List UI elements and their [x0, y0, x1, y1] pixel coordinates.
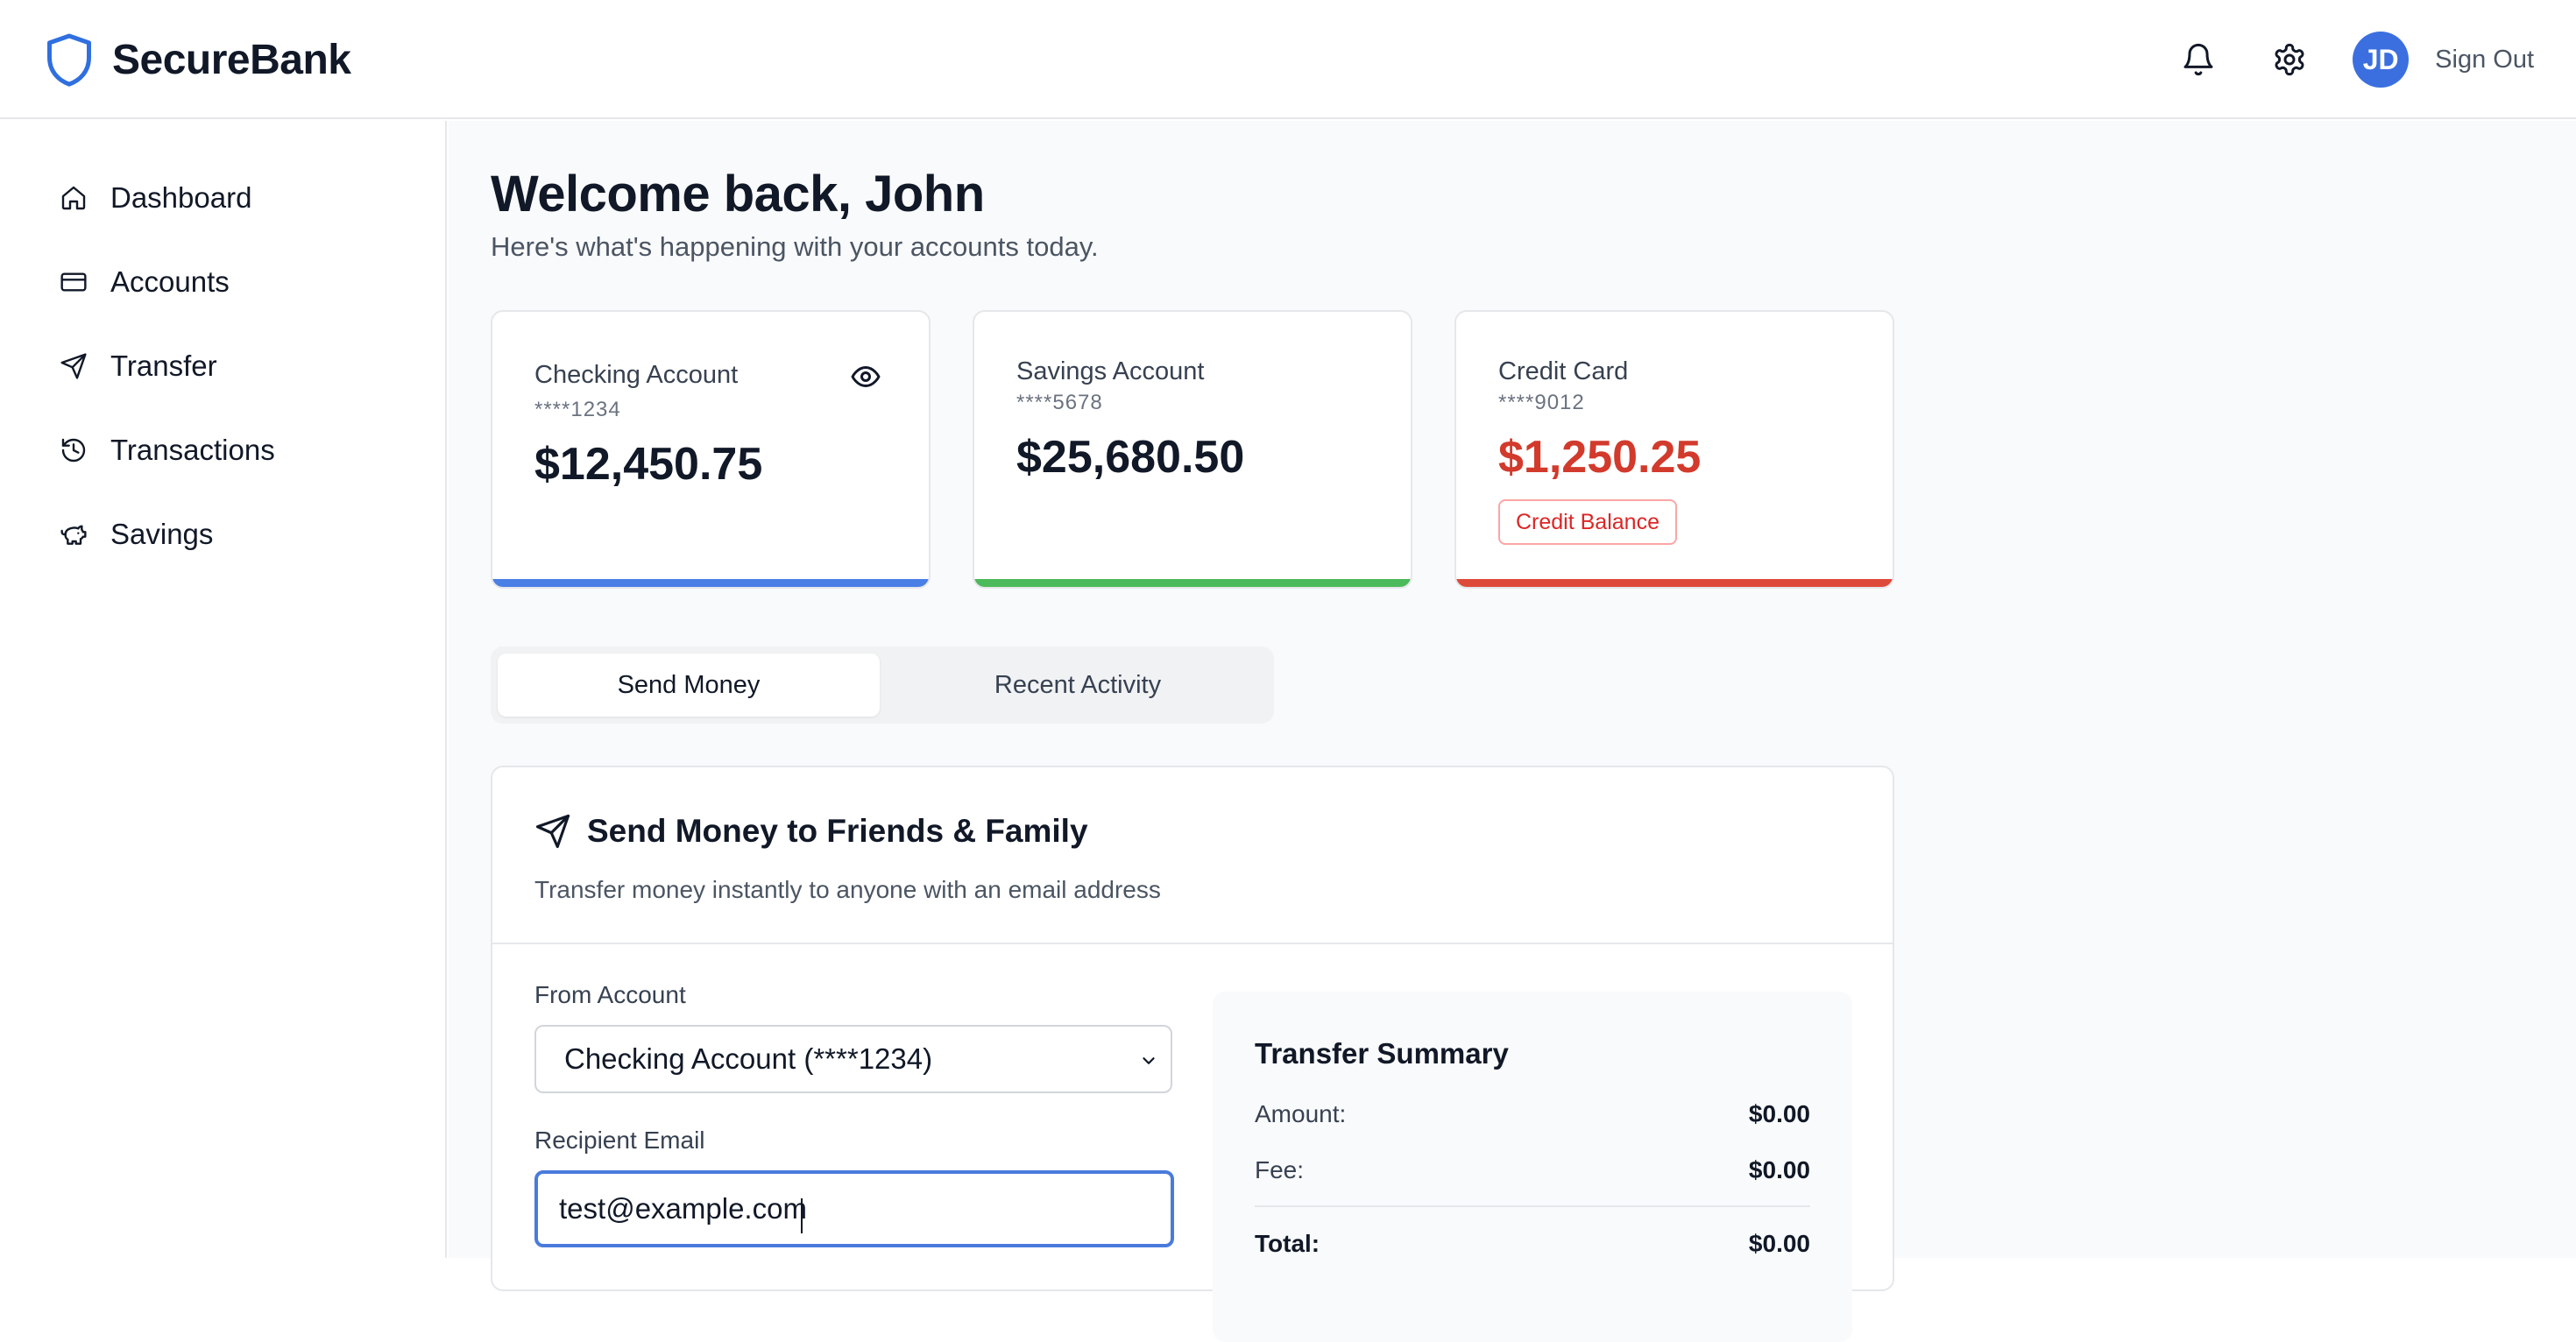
- summary-total-label: Total:: [1255, 1230, 1320, 1257]
- send-icon: [535, 814, 570, 849]
- home-icon: [61, 186, 86, 210]
- settings-button[interactable]: [2261, 32, 2318, 88]
- account-name: Checking Account: [534, 361, 739, 389]
- summary-amount-row: Amount: $0.00: [1255, 1100, 1810, 1135]
- card-accent-bar: [492, 579, 929, 587]
- header-actions: JD Sign Out: [2170, 32, 2534, 88]
- account-number: ****5678: [1016, 391, 1103, 414]
- account-balance: $1,250.25: [1498, 432, 1702, 483]
- sidebar-item-transfer[interactable]: Transfer: [60, 340, 217, 392]
- account-number: ****9012: [1498, 391, 1585, 414]
- summary-fee-value: $0.00: [1748, 1156, 1810, 1183]
- summary-total-value: $0.00: [1748, 1230, 1810, 1257]
- avatar[interactable]: JD: [2353, 32, 2410, 88]
- sidebar-item-label: Transfer: [110, 350, 217, 382]
- sidebar-item-label: Transactions: [110, 434, 275, 466]
- summary-fee-label: Fee:: [1255, 1156, 1305, 1183]
- brand-name: SecureBank: [112, 36, 351, 83]
- sidebar-item-label: Dashboard: [110, 181, 252, 214]
- page-title: Welcome back, John: [491, 166, 985, 222]
- status-badge: Credit Balance: [1498, 499, 1677, 545]
- account-number: ****1234: [534, 398, 621, 421]
- sidebar-item-label: Savings: [110, 518, 214, 550]
- shield-icon: [47, 33, 91, 87]
- summary-fee-row: Fee: $0.00: [1255, 1156, 1810, 1191]
- notifications-button[interactable]: [2170, 32, 2226, 88]
- tab-send-money[interactable]: Send Money: [498, 653, 880, 717]
- panel-header: Send Money to Friends & Family Transfer …: [492, 767, 1893, 944]
- card-accent-bar: [1456, 579, 1893, 587]
- sidebar-item-transactions[interactable]: Transactions: [60, 424, 275, 477]
- account-name: Credit Card: [1498, 357, 1629, 385]
- from-account-label: From Account: [534, 981, 686, 1008]
- piggy-bank-icon: [60, 525, 87, 545]
- history-icon: [61, 438, 86, 463]
- brand[interactable]: SecureBank: [46, 30, 351, 89]
- account-balance: $12,450.75: [534, 439, 763, 490]
- top-header: SecureBank JD Sign Out: [0, 0, 2576, 119]
- page-subtitle: Here's what's happening with your accoun…: [491, 231, 1099, 262]
- recipient-email-input[interactable]: [534, 1170, 1174, 1247]
- panel-title: Send Money to Friends & Family: [534, 813, 1088, 850]
- summary-total-row: Total: $0.00: [1255, 1230, 1810, 1265]
- gear-icon: [2275, 43, 2304, 76]
- send-money-panel: Send Money to Friends & Family Transfer …: [491, 766, 1894, 1342]
- credit-card-card[interactable]: Credit Card ****9012 $1,250.25 Credit Ba…: [1454, 310, 1894, 589]
- from-account-value: Checking Account (****1234): [564, 1042, 933, 1075]
- bell-icon: [2183, 43, 2213, 76]
- panel-description: Transfer money instantly to anyone with …: [534, 876, 1161, 903]
- summary-amount-label: Amount:: [1255, 1100, 1347, 1127]
- sidebar: Dashboard Accounts Transfer Transactions…: [0, 121, 447, 1258]
- checking-account-card[interactable]: Checking Account ****1234 $12,450.75: [491, 310, 931, 589]
- panel-title-text: Send Money to Friends & Family: [587, 813, 1088, 849]
- card-accent-bar: [974, 579, 1411, 587]
- sidebar-item-accounts[interactable]: Accounts: [60, 256, 230, 308]
- summary-amount-value: $0.00: [1748, 1100, 1810, 1127]
- from-account-select[interactable]: Checking Account (****1234): [534, 1025, 1172, 1093]
- transfer-summary: Transfer Summary Amount: $0.00 Fee: $0.0…: [1213, 992, 1852, 1342]
- sidebar-item-dashboard[interactable]: Dashboard: [60, 172, 251, 224]
- eye-icon[interactable]: [850, 361, 881, 392]
- account-balance: $25,680.50: [1016, 432, 1245, 483]
- sign-out-link[interactable]: Sign Out: [2435, 46, 2534, 74]
- send-icon: [60, 353, 87, 379]
- credit-card-icon: [60, 272, 87, 292]
- chevron-down-icon: [1143, 1057, 1155, 1064]
- sidebar-item-savings[interactable]: Savings: [60, 508, 213, 561]
- summary-divider: [1255, 1205, 1810, 1207]
- account-name: Savings Account: [1016, 357, 1205, 385]
- sidebar-item-label: Accounts: [110, 265, 230, 298]
- savings-account-card[interactable]: Savings Account ****5678 $25,680.50: [973, 310, 1412, 589]
- tab-recent-activity[interactable]: Recent Activity: [887, 653, 1269, 717]
- tab-bar: Send Money Recent Activity: [491, 646, 1274, 724]
- recipient-email-label: Recipient Email: [534, 1127, 705, 1154]
- summary-title: Transfer Summary: [1255, 1037, 1509, 1070]
- main-content: Welcome back, John Here's what's happeni…: [449, 121, 2576, 1342]
- text-cursor: [801, 1198, 803, 1233]
